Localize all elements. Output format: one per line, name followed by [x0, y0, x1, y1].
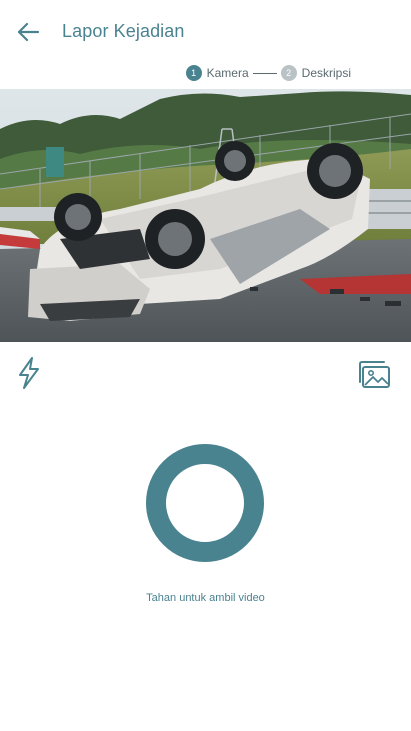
stepper: 1 Kamera 2 Deskripsi	[185, 65, 351, 81]
flash-icon	[19, 357, 39, 389]
step-label: Deskripsi	[301, 66, 351, 80]
camera-preview-image	[0, 89, 411, 342]
step-number: 2	[280, 65, 297, 81]
app-screen: Lapor Kejadian 1 Kamera 2 Deskripsi Taha…	[0, 0, 411, 731]
flash-button[interactable]	[16, 356, 42, 390]
camera-controls	[0, 342, 411, 402]
step-description: 2 Deskripsi	[280, 65, 351, 81]
arrow-left-icon	[17, 22, 40, 42]
step-label: Kamera	[206, 66, 249, 80]
record-hint: Tahan untuk ambil video	[146, 592, 265, 604]
camera-preview[interactable]	[0, 89, 411, 342]
app-header: Lapor Kejadian	[0, 0, 411, 64]
step-number: 1	[185, 65, 202, 81]
step-camera: 1 Kamera	[185, 65, 249, 81]
record-button[interactable]	[146, 444, 264, 562]
gallery-icon	[359, 361, 390, 388]
page-title: Lapor Kejadian	[62, 21, 185, 41]
gallery-button[interactable]	[356, 358, 392, 390]
step-connector	[252, 72, 277, 74]
back-button[interactable]	[12, 18, 44, 46]
